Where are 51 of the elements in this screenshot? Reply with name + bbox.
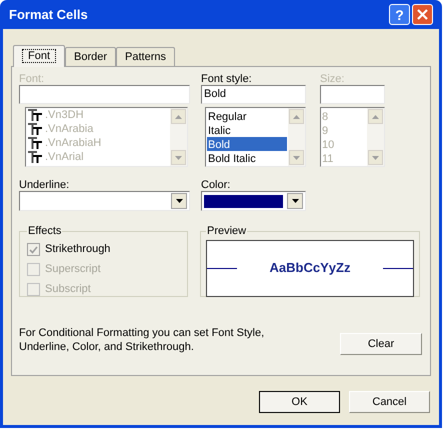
font-field[interactable]	[19, 85, 190, 104]
dialog-button[interactable]: OK	[259, 391, 340, 413]
checkbox-label: Superscript	[45, 262, 101, 278]
dialog-button[interactable]: Cancel	[349, 391, 430, 413]
list-item[interactable]: Italic	[207, 123, 287, 137]
truetype-icon	[28, 137, 42, 149]
caret-icon	[292, 199, 298, 203]
scroll-up-button[interactable]	[289, 109, 304, 124]
dropdown-button[interactable]	[171, 193, 187, 209]
font-style-field[interactable]: Bold	[201, 85, 306, 104]
field-label: Font:	[19, 72, 46, 85]
list-item[interactable]: Regular	[207, 109, 287, 123]
truetype-icon	[28, 123, 42, 135]
font-style-list[interactable]: Regular Italic Bold Bold Italic	[205, 107, 306, 167]
down-arrow-icon	[175, 156, 182, 160]
group-title: Effects	[27, 224, 62, 239]
help-button[interactable]: ?	[389, 4, 410, 25]
color-dropdown[interactable]	[201, 191, 306, 211]
preview-text: AaBbCcYyZz	[270, 259, 350, 278]
clear-button[interactable]: Clear	[340, 333, 422, 355]
checkbox-label: Subscript	[45, 282, 91, 298]
checkbox[interactable]	[27, 243, 40, 256]
note-text: For Conditional Formatting you can set Font Style, Underline, Color, and Strikethrough.	[19, 326, 266, 354]
tab[interactable]: Font	[13, 45, 66, 67]
tab[interactable]: Patterns	[116, 47, 176, 66]
scrollbar[interactable]	[288, 108, 305, 166]
caret-icon	[176, 199, 182, 203]
check-icon	[29, 246, 38, 254]
dropdown-button[interactable]	[287, 193, 303, 209]
down-arrow-icon	[293, 156, 300, 160]
field-label: Font style:	[201, 72, 253, 85]
truetype-icon	[28, 109, 42, 121]
up-arrow-icon	[175, 114, 182, 118]
checkbox-label: Strikethrough	[45, 242, 110, 258]
size-field[interactable]	[320, 85, 385, 104]
list-item[interactable]: Bold	[207, 137, 287, 151]
group-title: Preview	[206, 224, 248, 239]
underline-dropdown[interactable]	[19, 191, 190, 211]
down-arrow-icon	[372, 156, 379, 160]
window-title: Format Cells	[9, 6, 88, 24]
scroll-down-button[interactable]	[289, 150, 304, 165]
field-label: Color:	[201, 178, 232, 191]
tab[interactable]: Border	[65, 47, 116, 66]
list-item[interactable]: Bold Italic	[207, 151, 287, 165]
close-icon	[417, 9, 428, 20]
field-label: Size:	[320, 72, 346, 85]
field-label: Underline:	[19, 178, 70, 191]
truetype-icon	[28, 151, 42, 163]
up-arrow-icon	[372, 114, 379, 118]
up-arrow-icon	[293, 114, 300, 118]
close-button[interactable]	[412, 4, 433, 25]
